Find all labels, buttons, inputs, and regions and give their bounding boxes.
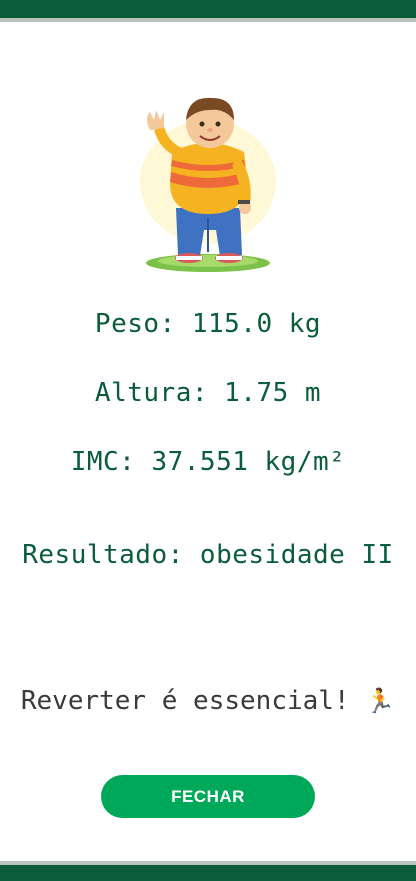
bottom-navigation-bar [0, 861, 416, 881]
weight-text: Peso: 115.0 kg [94, 309, 322, 339]
height-text: Altura: 1.75 m [94, 378, 322, 408]
runner-icon: 🏃 [365, 687, 396, 715]
result-text: Resultado: obesidade II [22, 540, 394, 570]
waving-man-character-icon [140, 97, 276, 272]
motivational-message: Reverter é essencial! 🏃 [0, 686, 416, 716]
motivational-message-text: Reverter é essencial! [20, 686, 366, 716]
top-status-bar [0, 0, 416, 22]
bmi-text: IMC: 37.551 kg/m² [70, 447, 346, 477]
close-button[interactable]: FECHAR [101, 775, 315, 818]
